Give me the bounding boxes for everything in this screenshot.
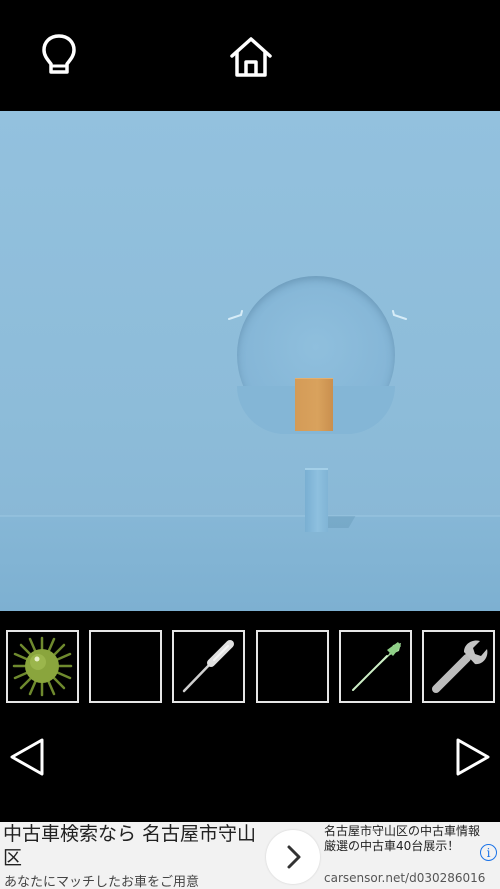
ad-banner[interactable]: 中古車検索なら 名古屋市守山区 あなたにマッチしたお車をご用意 名古屋市守山区の…: [0, 822, 500, 889]
wrench-icon: [432, 640, 488, 693]
screwdriver-icon: [182, 640, 234, 693]
green-spiky-ball-icon: [12, 636, 73, 697]
arrow-right-icon[interactable]: [455, 737, 491, 777]
inventory-slot-3[interactable]: [172, 630, 245, 703]
inventory-slot-5[interactable]: [339, 630, 412, 703]
small-pillar[interactable]: [305, 468, 328, 532]
top-toolbar: [0, 0, 500, 111]
ad-url[interactable]: carsensor.net/d030286016: [324, 871, 485, 885]
floor-edge: [0, 515, 500, 517]
chevron-right-icon: [287, 845, 301, 869]
arrow-left-icon[interactable]: [9, 737, 45, 777]
ad-headline[interactable]: 中古車検索なら 名古屋市守山区: [3, 822, 265, 870]
ad-info-icon[interactable]: i: [480, 844, 497, 861]
inventory-slot-1[interactable]: [6, 630, 79, 703]
inventory-bar: [0, 611, 500, 716]
right-hook-icon[interactable]: [390, 310, 408, 322]
floor: [0, 516, 500, 611]
inventory-slot-6[interactable]: [422, 630, 495, 703]
left-hook-icon[interactable]: [227, 310, 245, 322]
green-horn-icon: [352, 642, 401, 691]
home-icon[interactable]: [229, 36, 273, 78]
cardboard-box[interactable]: [295, 379, 333, 431]
lightbulb-icon[interactable]: [40, 33, 78, 77]
ad-subtext: あなたにマッチしたお車をご用意: [4, 875, 200, 889]
inventory-slot-2[interactable]: [89, 630, 162, 703]
inventory-slot-4[interactable]: [256, 630, 329, 703]
ad-description: 名古屋市守山区の中古車情報 厳選の中古車40台展示！: [324, 824, 481, 853]
ad-open-button[interactable]: [266, 830, 320, 884]
game-scene: [0, 111, 500, 611]
